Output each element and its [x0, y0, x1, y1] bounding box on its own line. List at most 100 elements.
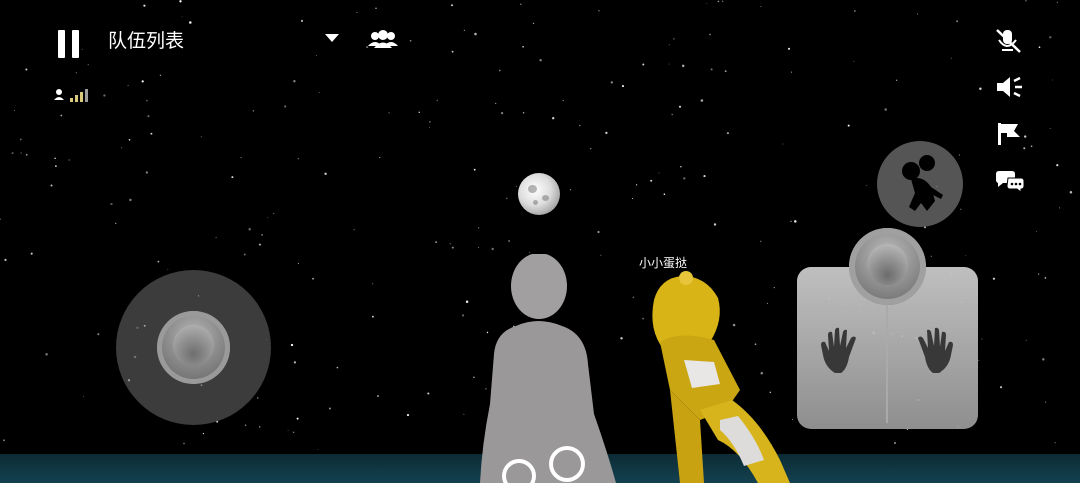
star [1044, 277, 1047, 279]
star [930, 255, 932, 257]
star [20, 152, 22, 154]
star [284, 105, 287, 108]
star [336, 366, 339, 369]
star [418, 111, 420, 113]
star [790, 71, 792, 73]
star [45, 353, 48, 356]
star [703, 175, 706, 178]
star [710, 68, 713, 71]
star [956, 20, 959, 23]
star [605, 131, 608, 135]
movement-joystick[interactable] [116, 270, 271, 425]
star [854, 10, 856, 12]
left-hand-icon[interactable] [817, 327, 867, 377]
star [709, 33, 711, 36]
flag-icon[interactable] [994, 121, 1024, 147]
player-avatar-gray [480, 254, 616, 483]
star [55, 165, 57, 167]
dance-pose-icon [902, 155, 943, 211]
star [978, 359, 980, 361]
star [258, 243, 261, 246]
star [1030, 145, 1033, 147]
speaker-icon[interactable] [994, 75, 1024, 99]
caret-down-icon[interactable] [325, 34, 339, 42]
star [87, 64, 89, 66]
star [267, 216, 269, 218]
gesture-button[interactable] [877, 141, 963, 227]
star [473, 376, 475, 379]
star [706, 3, 708, 4]
star [290, 343, 294, 347]
star [658, 172, 660, 174]
star [388, 112, 390, 114]
star [1056, 1, 1058, 3]
star [529, 251, 531, 253]
star [1037, 273, 1040, 275]
star [1023, 147, 1026, 150]
star [296, 417, 299, 420]
star [292, 431, 295, 434]
team-list-dropdown-label[interactable]: 队伍列表 [108, 26, 184, 53]
star [673, 38, 675, 40]
star [722, 0, 724, 2]
star [1044, 401, 1047, 403]
star [167, 268, 169, 270]
star [25, 153, 28, 156]
star [324, 172, 327, 176]
star [1049, 36, 1052, 39]
joystick-knob-center [173, 325, 214, 366]
star [427, 392, 430, 395]
hands-pad-knob[interactable] [849, 228, 926, 305]
star [353, 229, 355, 231]
pause-button[interactable] [58, 30, 80, 58]
star [650, 179, 653, 182]
star [11, 152, 14, 155]
star [700, 99, 704, 102]
chat-bubbles-icon[interactable] [994, 168, 1026, 192]
star [50, 184, 53, 187]
star [794, 220, 797, 223]
star [1025, 0, 1027, 2]
star [992, 277, 996, 280]
star [621, 85, 625, 88]
star [451, 50, 454, 53]
star [143, 4, 146, 7]
star [428, 120, 431, 123]
star [610, 81, 613, 84]
mic-muted-icon[interactable] [994, 28, 1024, 54]
star [243, 253, 246, 256]
star [150, 132, 153, 135]
star [683, 177, 686, 180]
joystick-knob[interactable] [157, 311, 230, 384]
star [189, 21, 192, 24]
star [522, 112, 525, 114]
star [1059, 207, 1061, 209]
star [495, 102, 497, 105]
star [129, 198, 132, 202]
star [231, 176, 234, 179]
star [532, 22, 535, 25]
star [244, 424, 247, 426]
star [145, 171, 149, 174]
star [520, 3, 522, 5]
star [1052, 79, 1054, 81]
star [473, 168, 476, 171]
star [451, 246, 454, 249]
star [97, 333, 100, 336]
star [501, 112, 504, 115]
star [760, 240, 762, 242]
star [317, 448, 319, 450]
right-hand-icon[interactable] [907, 327, 957, 377]
star [372, 283, 374, 285]
team-members-icon[interactable] [366, 28, 400, 50]
star [240, 157, 242, 159]
star [297, 158, 299, 160]
star [110, 203, 113, 206]
star [1024, 135, 1027, 138]
star [30, 252, 33, 255]
player-name-tag: 小小蛋挞 [638, 256, 687, 270]
star [635, 184, 638, 186]
game-viewport[interactable]: 小小蛋挞 队伍列表 [0, 0, 1080, 483]
star [293, 80, 296, 83]
star [356, 11, 358, 13]
